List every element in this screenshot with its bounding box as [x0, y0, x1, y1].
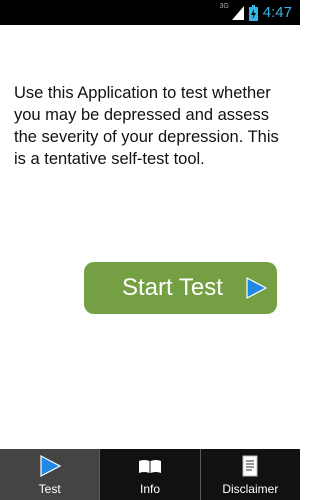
battery-icon [248, 4, 258, 21]
document-icon [242, 453, 258, 479]
book-icon [138, 453, 162, 479]
play-icon [245, 277, 268, 304]
tab-label: Disclaimer [222, 482, 279, 496]
start-test-label: Start Test [122, 274, 223, 301]
tab-label: Info [139, 482, 160, 496]
tab-test[interactable]: Test [0, 449, 100, 500]
intro-text: Use this Application to test whether you… [14, 84, 279, 168]
bottom-tab-bar: Test Info Disclaimer [0, 449, 300, 500]
status-icons: 3G 4:47 [219, 0, 292, 25]
network-type-label: 3G [219, 3, 229, 10]
tab-label: Test [38, 482, 61, 496]
play-icon [39, 453, 61, 479]
tab-info[interactable]: Info [99, 449, 200, 500]
start-test-button[interactable]: Start Test [84, 262, 277, 314]
signal-icon [231, 5, 244, 20]
tab-disclaimer[interactable]: Disclaimer [199, 449, 300, 500]
status-bar: 3G 4:47 [0, 0, 300, 25]
clock: 4:47 [262, 4, 292, 21]
